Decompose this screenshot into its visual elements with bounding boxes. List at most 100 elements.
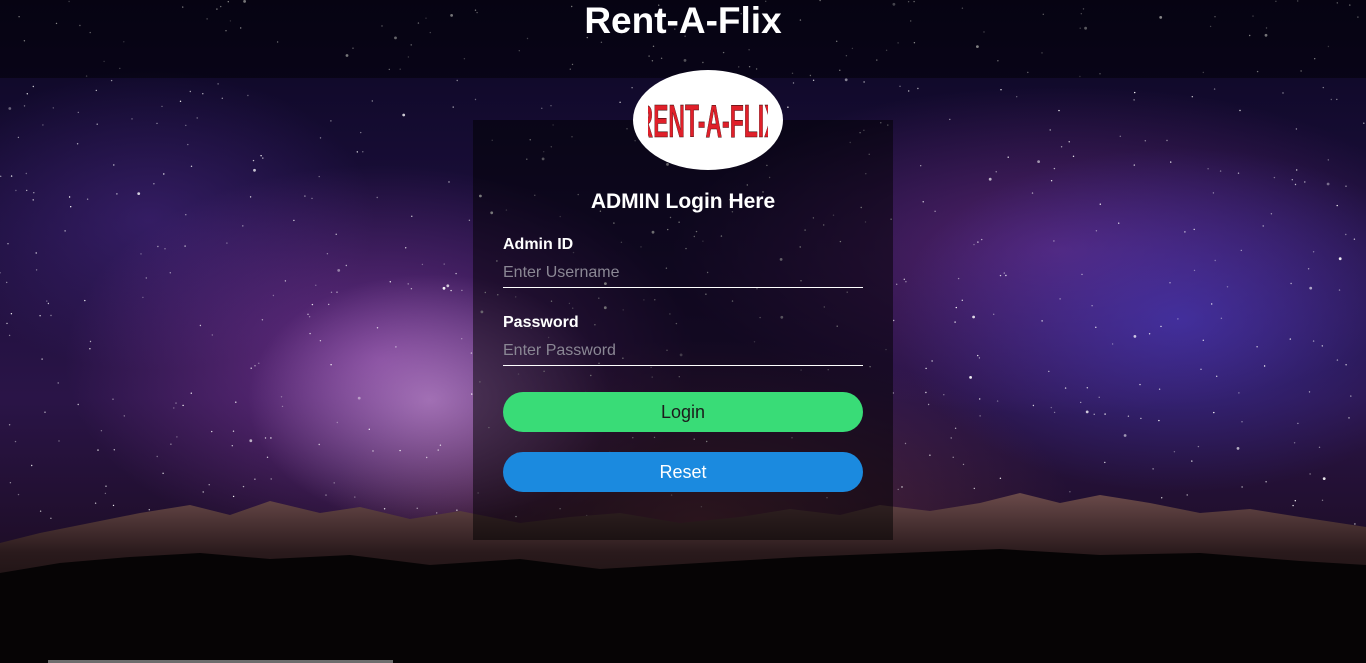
star (23, 105, 26, 107)
star (7, 243, 9, 245)
star (904, 442, 907, 445)
admin-id-input[interactable] (503, 258, 863, 288)
star (319, 137, 322, 139)
star (328, 303, 330, 306)
star (1053, 411, 1056, 414)
star (1095, 326, 1097, 328)
star (258, 362, 260, 364)
star (1111, 343, 1114, 345)
star (1363, 122, 1365, 124)
star (311, 197, 313, 200)
star (899, 85, 901, 88)
star (1211, 303, 1213, 305)
star (156, 122, 158, 125)
star (1263, 365, 1266, 367)
star (76, 143, 79, 145)
star (145, 277, 147, 279)
star (978, 357, 981, 359)
star (1312, 340, 1315, 342)
star (8, 334, 11, 337)
star (979, 398, 981, 400)
star (844, 78, 848, 82)
star (1345, 233, 1347, 236)
star (266, 456, 269, 458)
star (113, 449, 116, 451)
star (411, 215, 413, 217)
star (1273, 176, 1276, 179)
star (979, 415, 981, 417)
star (1059, 298, 1061, 300)
star (452, 106, 454, 108)
star (1291, 179, 1294, 181)
star (6, 281, 8, 284)
star (140, 253, 142, 255)
star (330, 120, 332, 122)
star (541, 107, 543, 110)
star (443, 263, 445, 265)
star (999, 477, 1002, 479)
star (1282, 92, 1284, 94)
password-input[interactable] (503, 336, 863, 366)
star (308, 316, 311, 318)
star (1309, 473, 1311, 475)
star (1177, 318, 1179, 320)
star (345, 264, 347, 267)
star (249, 439, 253, 443)
star (123, 415, 126, 417)
star (1119, 135, 1122, 137)
star (163, 173, 165, 175)
star (1200, 368, 1202, 370)
star (1307, 268, 1310, 270)
star (619, 101, 621, 104)
login-button[interactable]: Login (503, 392, 863, 432)
star (1081, 273, 1083, 276)
star (112, 398, 114, 400)
star (260, 155, 262, 157)
star (1309, 286, 1313, 290)
star (943, 394, 945, 396)
star (1191, 96, 1194, 98)
star (336, 421, 338, 424)
star (1133, 335, 1137, 338)
star (1226, 286, 1229, 288)
star (1068, 141, 1070, 143)
star (368, 428, 370, 430)
star (1099, 203, 1102, 205)
star (920, 165, 922, 167)
star (1237, 172, 1240, 174)
star (402, 113, 406, 117)
star (977, 241, 979, 243)
star (999, 274, 1002, 277)
star (14, 440, 17, 443)
star (10, 175, 13, 177)
star (95, 89, 98, 92)
star (52, 107, 54, 109)
star (6, 322, 8, 325)
star (439, 444, 442, 446)
star (1262, 225, 1264, 227)
star (1239, 109, 1241, 112)
star (421, 263, 424, 266)
star (1005, 274, 1007, 277)
star (455, 272, 457, 275)
star (1037, 160, 1040, 164)
star (1048, 370, 1050, 373)
star (264, 437, 267, 439)
star (1064, 387, 1067, 389)
star (1080, 401, 1082, 404)
star (1170, 161, 1172, 163)
star (955, 306, 957, 309)
star (311, 303, 314, 306)
star (1127, 415, 1130, 417)
star (15, 189, 17, 192)
star (969, 376, 972, 379)
star (399, 449, 401, 452)
star (961, 299, 963, 301)
star (1219, 170, 1222, 172)
star (450, 289, 452, 292)
star (1031, 192, 1034, 194)
star (217, 83, 219, 85)
reset-button[interactable]: Reset (503, 452, 863, 492)
star (1041, 320, 1043, 322)
star (1220, 317, 1223, 319)
